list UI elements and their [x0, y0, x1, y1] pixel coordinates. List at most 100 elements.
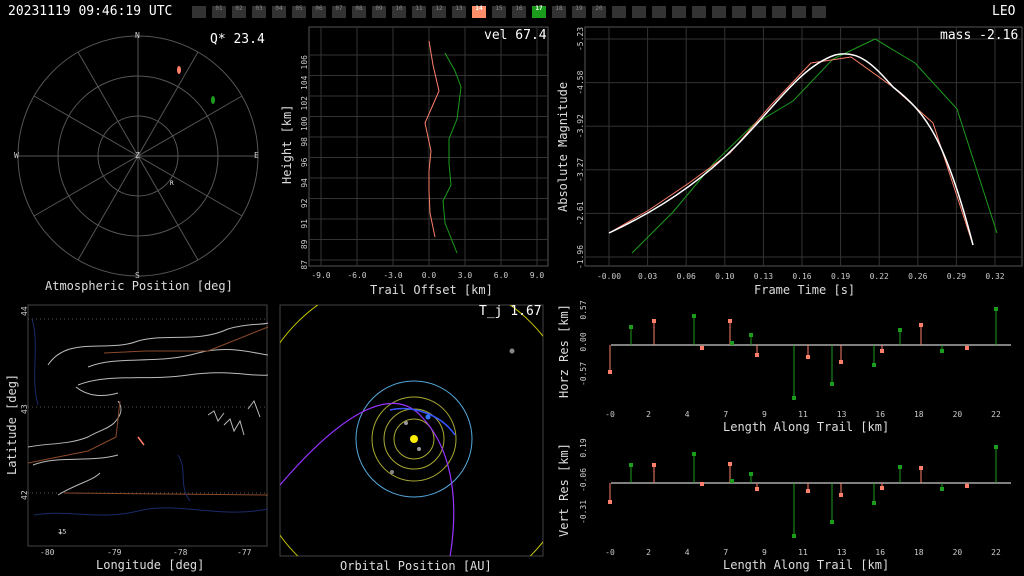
res-point: [749, 333, 753, 337]
station-cell: 19: [572, 5, 586, 18]
mag-xtick: 0.32: [985, 272, 1004, 281]
res-point: [880, 349, 884, 353]
mag-green-series: [631, 38, 998, 254]
orbital-plot: [279, 304, 544, 557]
trail-ytick: 100: [300, 116, 309, 131]
orbital-title: Orbital Position [AU]: [340, 559, 492, 573]
res-point: [994, 307, 998, 311]
mag-xtick: 0.10: [715, 272, 734, 281]
map-ytick-42: 42: [20, 490, 29, 500]
trail-ytick: 98: [300, 137, 309, 147]
res-point: [940, 349, 944, 353]
res-point: [872, 501, 876, 505]
station-cell: 08: [352, 5, 366, 18]
trail-ytick: 92: [300, 198, 309, 208]
radiant-green-marker: [211, 96, 215, 104]
compass-n: N: [135, 31, 140, 40]
station-cell: 12: [432, 5, 446, 18]
trail-ytick: 91: [300, 219, 309, 229]
ground-track: [137, 436, 145, 446]
res-point: [728, 319, 732, 323]
trail-ytick: 104: [300, 75, 309, 90]
map-xtick-78: -78: [173, 548, 188, 557]
station-cell: 16: [512, 5, 526, 18]
mag-xtick: 0.13: [754, 272, 773, 281]
res-ytick: 0.57: [579, 300, 588, 319]
station-cell: 17: [532, 5, 546, 18]
trail-xtick: 0.0: [422, 271, 437, 280]
station-cell: 18: [552, 5, 566, 18]
trail-xtick: 6.0: [494, 271, 509, 280]
res-xtick: 9: [762, 410, 767, 419]
map-ytick-43: 43: [20, 404, 29, 414]
res-point: [880, 486, 884, 490]
station-cell: 01: [212, 5, 226, 18]
mag-orange-series: [608, 56, 974, 246]
res-point: [792, 396, 796, 400]
horz-residual-plot: 0.57 0.00 -0.57 -0 2 4 7 9 11 13 16 18 20 22: [579, 300, 1011, 419]
res-point: [839, 493, 843, 497]
station-cell: [672, 6, 686, 18]
velocity-stat: vel 67.4: [484, 28, 547, 43]
res-point: [994, 445, 998, 449]
res-point: [755, 353, 759, 357]
mag-ytick: -5.23: [576, 27, 585, 51]
magnitude-title: Frame Time [s]: [754, 283, 856, 297]
map-xlabel: Longitude [deg]: [96, 558, 205, 572]
vert-residual-plot: 0.19 -0.06 -0.31 -0 2 4 7 9 11 13 16 18 20 22: [579, 438, 1011, 557]
station-cell: [732, 6, 746, 18]
compass-zenith: Z: [135, 151, 140, 160]
res-point: [872, 363, 876, 367]
trail-xtick: -9.0: [311, 271, 330, 280]
res-point: [898, 465, 902, 469]
res-ytick: 0.19: [579, 438, 588, 457]
res-point: [919, 466, 923, 470]
station-cell: 11: [412, 5, 426, 18]
magnitude-ylabel: Absolute Magnitude: [556, 81, 570, 212]
mag-xtick: 0.29: [947, 272, 966, 281]
res-xtick: 13: [837, 410, 847, 419]
station-cell: [712, 6, 726, 18]
trail-title: Trail Offset [km]: [370, 283, 493, 297]
res-point: [830, 382, 834, 386]
res-xtick: 16: [875, 548, 885, 557]
mag-ytick: -1.96: [576, 245, 585, 269]
res-point: [806, 355, 810, 359]
mag-xtick: 0.06: [677, 272, 696, 281]
res-xtick: 11: [798, 548, 808, 557]
tisserand-stat: T_j 1.67: [479, 304, 542, 319]
vert-title: Length Along Trail [km]: [723, 558, 890, 572]
station-cell: 02: [232, 5, 246, 18]
station-cell: [812, 6, 826, 18]
station-cell: 03: [252, 5, 266, 18]
station-cell: 10: [392, 5, 406, 18]
trail-ytick: 106: [300, 55, 309, 70]
res-xtick: 9: [762, 548, 767, 557]
trail-xtick: 9.0: [530, 271, 545, 280]
res-point: [608, 370, 612, 374]
atmospheric-title: Atmospheric Position [deg]: [45, 279, 233, 293]
mag-xtick: 0.19: [831, 272, 850, 281]
res-point: [692, 314, 696, 318]
res-xtick: 18: [914, 548, 924, 557]
res-point: [749, 472, 753, 476]
map-ytick-44: 44: [20, 306, 29, 316]
res-point: [629, 325, 633, 329]
res-xtick: 22: [991, 548, 1001, 557]
res-xtick: 2: [646, 410, 651, 419]
res-point: [700, 346, 704, 350]
mag-ytick: -3.27: [576, 158, 585, 182]
mag-xtick: 0.16: [792, 272, 811, 281]
res-xtick: 20: [953, 548, 963, 557]
mag-ytick: -2.61: [576, 201, 585, 225]
mag-xtick: 0.26: [908, 272, 927, 281]
map-xtick-80: -80: [40, 548, 55, 557]
map-marker-label: 15: [58, 528, 67, 536]
res-point: [652, 463, 656, 467]
trail-xtick: -3.0: [383, 271, 402, 280]
map-ylabel: Latitude [deg]: [5, 373, 19, 475]
radiant-orange-marker: [177, 66, 181, 74]
station-cell: 13: [452, 5, 466, 18]
res-point: [940, 487, 944, 491]
res-ytick: 0.00: [579, 332, 588, 351]
